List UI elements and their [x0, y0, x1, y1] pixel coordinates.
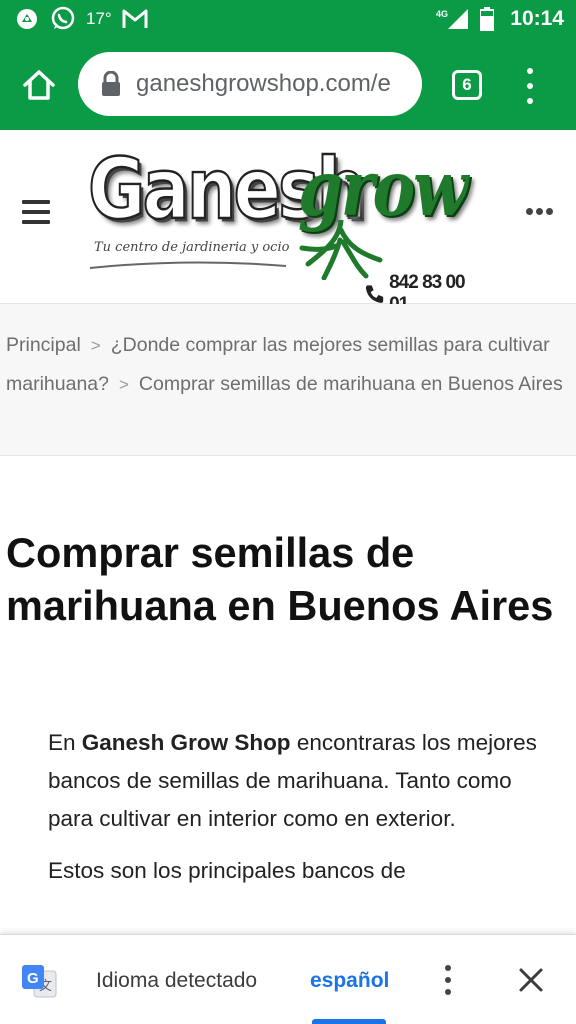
page-title: Comprar semillas de marihuana en Buenos … — [6, 529, 554, 629]
article-body: En Ganesh Grow Shop encontraras los mejo… — [48, 724, 554, 904]
hamburger-menu-icon[interactable] — [22, 200, 50, 224]
url-text: ganeshgrowshop.com/e — [136, 70, 391, 97]
home-button[interactable] — [18, 64, 60, 106]
site-header: Ganesh grow Tu centro de jardineria y oc… — [0, 130, 576, 315]
dot-icon — [527, 98, 533, 104]
dot-icon — [445, 965, 451, 971]
roots-graphic-icon — [299, 220, 383, 280]
svg-text:G: G — [27, 970, 39, 987]
breadcrumb-separator: > — [90, 336, 101, 355]
more-options-icon[interactable] — [526, 208, 553, 215]
swoosh-icon — [89, 261, 287, 269]
dot-icon — [445, 989, 451, 995]
status-left-icons: 17° — [14, 6, 148, 32]
browser-menu-button[interactable] — [520, 66, 540, 106]
brand-name: Ganesh Grow Shop — [81, 730, 291, 755]
dot-icon — [527, 83, 533, 89]
language-tab-espanol[interactable]: español — [310, 969, 389, 993]
breadcrumb-current: Comprar semillas de marihuana en Buenos … — [138, 373, 563, 395]
translate-bar: 文 G Idioma detectado español — [0, 934, 576, 1024]
dot-icon — [445, 977, 451, 983]
article-paragraph: Estos son los principales bancos de — [48, 858, 406, 883]
lock-icon — [102, 71, 120, 96]
breadcrumb-link-principal[interactable]: Principal — [6, 334, 81, 356]
battery-icon — [478, 6, 496, 32]
article-paragraph: En Ganesh Grow Shop encontraras los mejo… — [48, 730, 537, 831]
language-tab-indicator — [312, 1019, 386, 1024]
notification-app-icon — [14, 6, 40, 32]
browser-toolbar: ganeshgrowshop.com/e 6 — [0, 40, 576, 130]
temperature-text: 17° — [86, 9, 112, 28]
breadcrumb: Principal > ¿Donde comprar las mejores sem… — [0, 304, 576, 456]
phone-icon — [365, 285, 384, 303]
site-logo[interactable]: Ganesh grow Tu centro de jardineria y oc… — [84, 136, 484, 315]
dot-icon — [527, 68, 533, 74]
whatsapp-icon — [50, 6, 76, 32]
status-bar: 17° 4G 10:14 — [0, 0, 576, 40]
clock-time: 10:14 — [510, 7, 564, 30]
tab-switcher-button[interactable]: 6 — [452, 70, 482, 100]
google-translate-icon[interactable]: 文 G — [20, 963, 58, 999]
address-bar[interactable]: ganeshgrowshop.com/e — [78, 52, 422, 116]
status-right-icons: 4G 10:14 — [436, 6, 564, 32]
close-icon[interactable] — [516, 965, 546, 995]
signal-4g-icon: 4G — [436, 6, 470, 32]
gmail-icon — [122, 6, 148, 32]
svg-text:4G: 4G — [436, 9, 448, 19]
home-icon — [23, 70, 55, 100]
logo-tagline: Tu centro de jardineria y ocio — [94, 240, 290, 255]
translate-menu-button[interactable] — [442, 965, 454, 995]
breadcrumb-separator: > — [118, 375, 129, 394]
detected-language-label: Idioma detectado — [96, 969, 258, 992]
